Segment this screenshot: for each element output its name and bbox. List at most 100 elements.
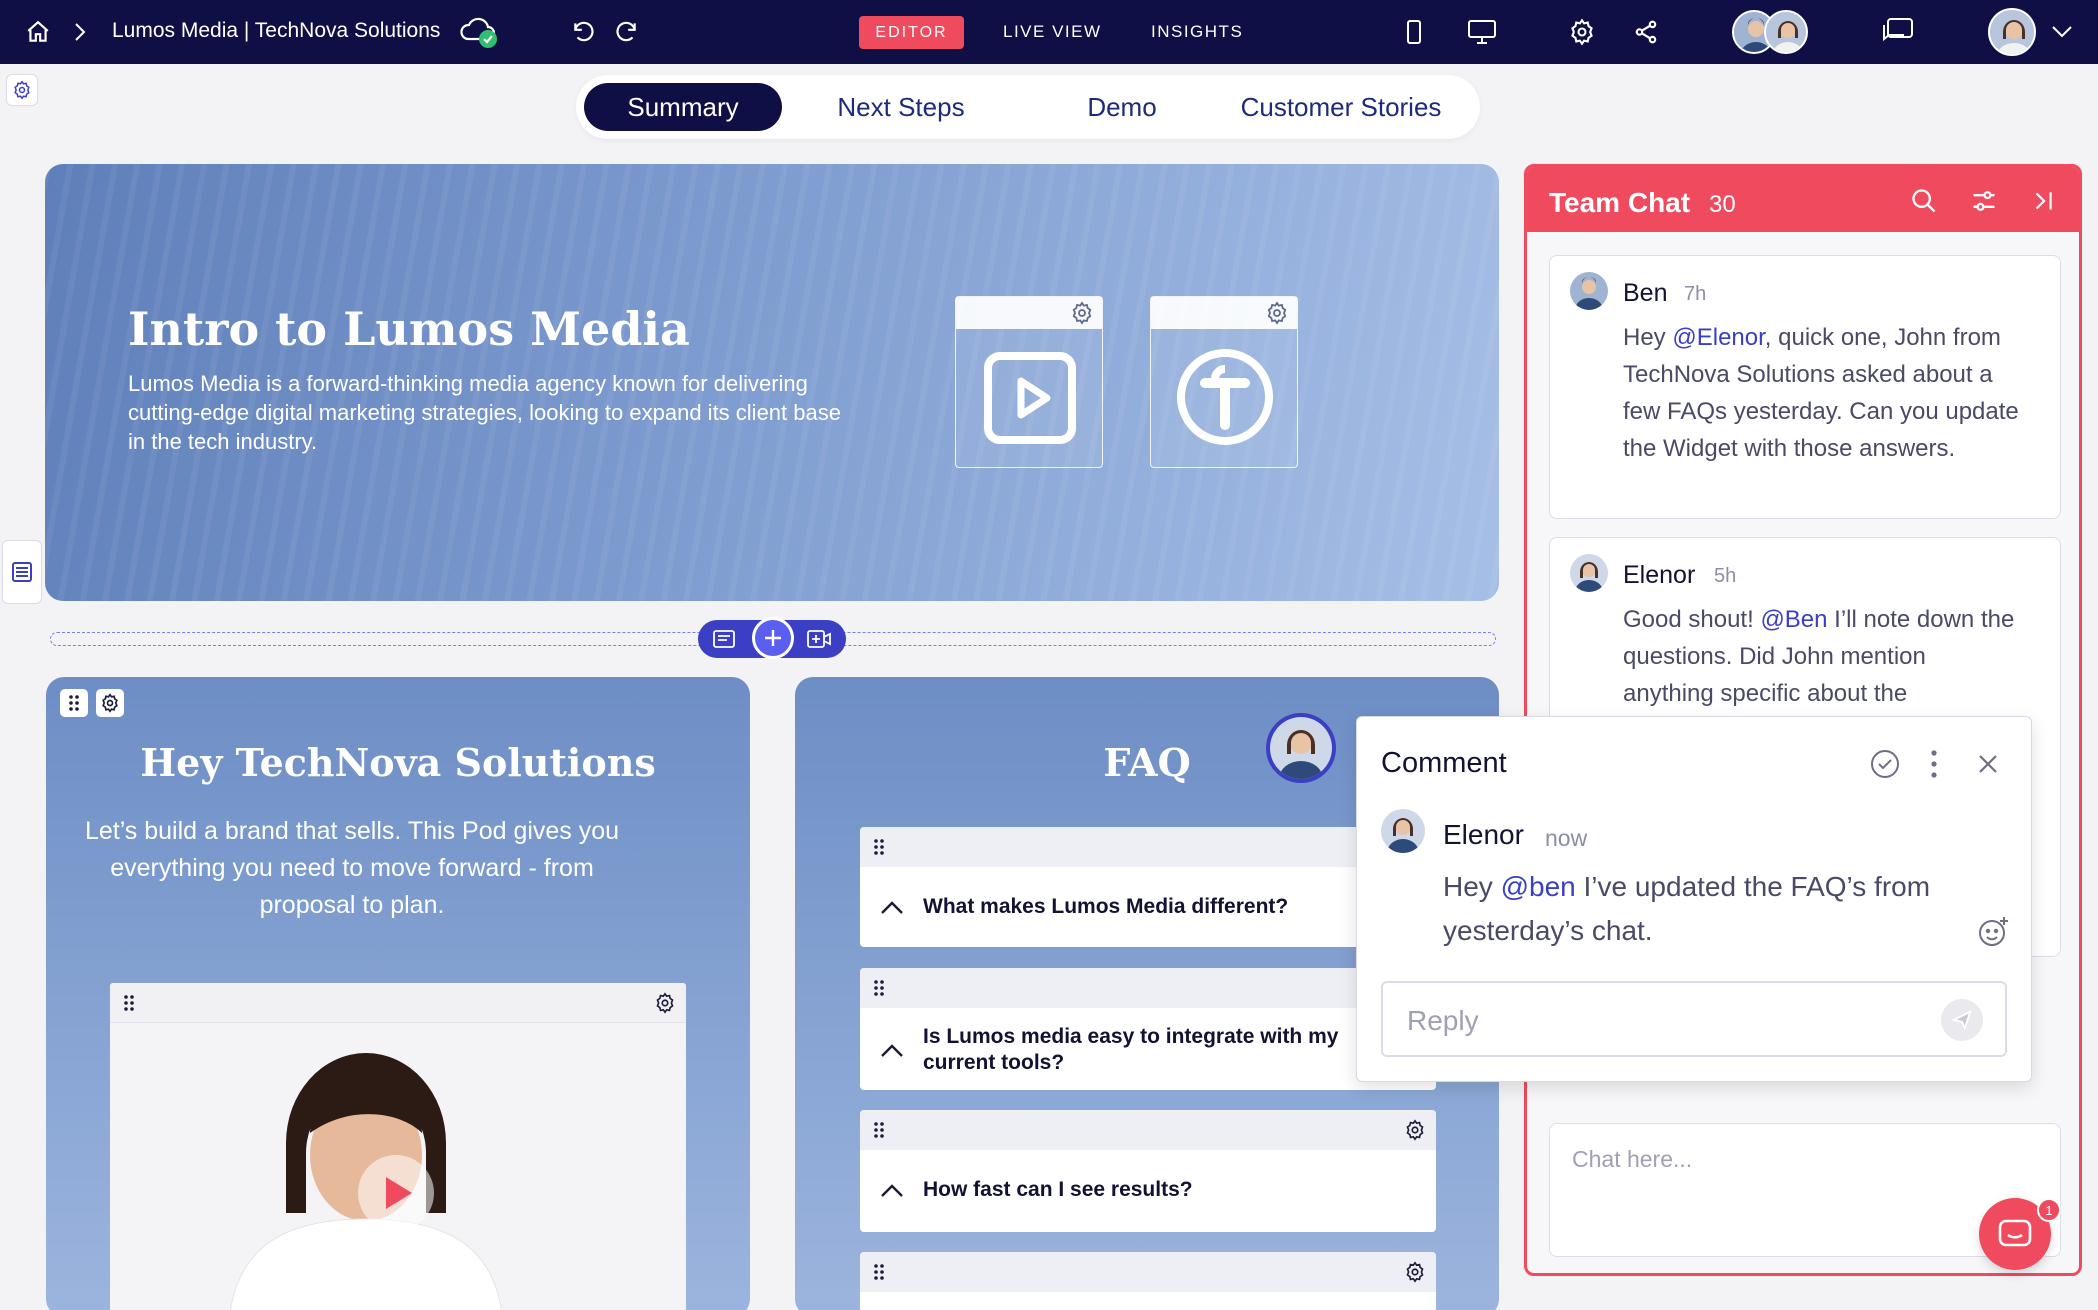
- chat-input-placeholder: Chat here...: [1572, 1146, 1693, 1172]
- add-reaction-icon[interactable]: [1977, 915, 2011, 949]
- message-time: 5h: [1714, 565, 1737, 587]
- text-widget[interactable]: [1150, 296, 1298, 468]
- send-button[interactable]: [1941, 999, 1983, 1041]
- mention-link[interactable]: @Ben: [1760, 606, 1827, 633]
- tab-demo[interactable]: Demo: [1006, 83, 1238, 131]
- team-chat-title: Team Chat: [1549, 187, 1691, 218]
- hero-title: Intro to Lumos Media: [128, 302, 690, 356]
- chevron-up-icon[interactable]: [880, 1184, 904, 1198]
- gear-icon[interactable]: [1404, 1261, 1426, 1283]
- gear-icon[interactable]: [1404, 1119, 1426, 1141]
- add-section-button[interactable]: [752, 617, 794, 659]
- collaborator-avatar[interactable]: [1764, 10, 1808, 54]
- faq-item[interactable]: How fast can I see results?: [860, 1110, 1436, 1232]
- settings-gear-icon[interactable]: [1566, 16, 1598, 48]
- gear-icon: [102, 693, 118, 713]
- home-icon[interactable]: [22, 16, 54, 48]
- hero-description: Lumos Media is a forward-thinking media …: [128, 371, 841, 454]
- mode-insights-button[interactable]: INSIGHTS: [1151, 22, 1243, 42]
- more-options-icon[interactable]: [1929, 748, 1939, 780]
- mode-live-view-button[interactable]: LIVE VIEW: [1003, 22, 1102, 42]
- drag-handle-icon[interactable]: [122, 993, 136, 1013]
- comment-popup: Comment Elenor now Hey @ben I’ve updated…: [1356, 716, 2032, 1082]
- chevron-up-icon[interactable]: [880, 901, 904, 915]
- reply-input[interactable]: Reply: [1381, 981, 2007, 1057]
- list-icon: [12, 562, 32, 582]
- tab-summary[interactable]: Summary: [584, 83, 782, 131]
- message-text: Good shout! @Ben I’ll note down the ques…: [1623, 606, 2015, 707]
- drag-handle-icon[interactable]: [60, 689, 88, 717]
- presenter-video-thumbnail: [110, 1023, 686, 1310]
- send-icon: [1951, 1009, 1972, 1031]
- reply-placeholder: Reply: [1407, 1005, 1479, 1036]
- faq-question[interactable]: What makes Lumos Media different?: [923, 894, 1288, 920]
- widget-toolbar: [110, 983, 686, 1023]
- message-author: Elenor: [1623, 561, 1696, 589]
- drag-handle-icon[interactable]: [872, 1120, 886, 1140]
- video-widget[interactable]: [955, 296, 1103, 468]
- user-avatar[interactable]: [1988, 8, 2036, 56]
- message-text: Hey @Elenor, quick one, John from TechNo…: [1623, 324, 2019, 462]
- top-bar: Lumos Media | TechNova Solutions EDITOR …: [0, 0, 2098, 64]
- message-author: Ben: [1623, 279, 1668, 307]
- desktop-preview-icon[interactable]: [1464, 16, 1500, 48]
- drag-handle-icon[interactable]: [872, 1262, 886, 1282]
- comment-title: Comment: [1381, 747, 1507, 779]
- resolve-check-icon[interactable]: [1869, 748, 1901, 780]
- faq-item-toolbar: [860, 1110, 1436, 1150]
- collapse-panel-icon[interactable]: [2030, 187, 2056, 215]
- widget-toolbar: [956, 297, 1102, 329]
- gear-icon: [14, 80, 30, 100]
- faq-item[interactable]: Is Lumos media easy to integrate with my…: [860, 968, 1436, 1090]
- chevron-down-icon[interactable]: [2048, 20, 2076, 44]
- search-icon[interactable]: [1910, 187, 1938, 215]
- message-time: 7h: [1684, 283, 1707, 305]
- add-media-section-icon[interactable]: [806, 629, 832, 649]
- chevron-right-icon: [70, 20, 90, 44]
- chevron-up-icon[interactable]: [880, 1044, 904, 1058]
- chat-message[interactable]: Ben 7h Hey @Elenor, quick one, John from…: [1549, 255, 2061, 519]
- filter-sliders-icon[interactable]: [1970, 187, 1998, 215]
- faq-question[interactable]: How fast can I see results?: [923, 1177, 1193, 1203]
- avatar: [1570, 272, 1608, 310]
- drag-handle-icon[interactable]: [872, 837, 886, 857]
- avatar: [1381, 809, 1425, 853]
- faq-item-toolbar: [860, 968, 1436, 1008]
- team-chat-count: 30: [1709, 191, 1736, 218]
- intro-card-title: Hey TechNova Solutions: [140, 740, 656, 785]
- intro-card-text: Let’s build a brand that sells. This Pod…: [84, 817, 620, 919]
- share-icon[interactable]: [1630, 16, 1662, 48]
- faq-item[interactable]: What makes Lumos Media different?: [860, 827, 1436, 947]
- section-tabs: Summary Next Steps Demo Customer Stories: [576, 75, 1480, 139]
- faq-item[interactable]: [860, 1252, 1436, 1310]
- chat-bubble-icon: [1998, 1219, 2032, 1247]
- video-widget[interactable]: [110, 983, 686, 1310]
- mode-editor-button[interactable]: EDITOR: [859, 16, 964, 49]
- mobile-preview-icon[interactable]: [1400, 16, 1428, 48]
- comment-pin-avatar[interactable]: [1266, 713, 1336, 783]
- avatar: [1570, 554, 1608, 592]
- gear-icon[interactable]: [1265, 301, 1289, 325]
- comment-author: Elenor: [1443, 819, 1524, 850]
- comments-icon[interactable]: [1880, 14, 1916, 50]
- gear-icon[interactable]: [654, 992, 676, 1014]
- sections-panel-button[interactable]: [2, 540, 42, 604]
- mention-link[interactable]: @ben: [1501, 871, 1576, 902]
- team-chat-header: Team Chat 30: [1527, 167, 2079, 232]
- add-text-section-icon[interactable]: [712, 629, 736, 649]
- card-settings-button[interactable]: [96, 689, 124, 717]
- close-icon[interactable]: [1977, 753, 1999, 775]
- breadcrumb[interactable]: Lumos Media | TechNova Solutions: [112, 19, 440, 43]
- faq-question[interactable]: Is Lumos media easy to integrate with my…: [923, 1024, 1393, 1076]
- drag-handle-icon[interactable]: [872, 978, 886, 998]
- redo-icon[interactable]: [610, 16, 642, 48]
- gear-icon[interactable]: [1070, 301, 1094, 325]
- text-t-icon: [1177, 349, 1273, 445]
- comment-time: now: [1545, 825, 1588, 851]
- mention-link[interactable]: @Elenor: [1672, 324, 1764, 351]
- undo-icon[interactable]: [568, 16, 600, 48]
- tab-next-steps[interactable]: Next Steps: [806, 83, 996, 131]
- tab-customer-stories[interactable]: Customer Stories: [1216, 83, 1466, 131]
- hero-section[interactable]: Intro to Lumos Media Lumos Media is a fo…: [45, 164, 1499, 601]
- page-settings-button[interactable]: [6, 74, 38, 106]
